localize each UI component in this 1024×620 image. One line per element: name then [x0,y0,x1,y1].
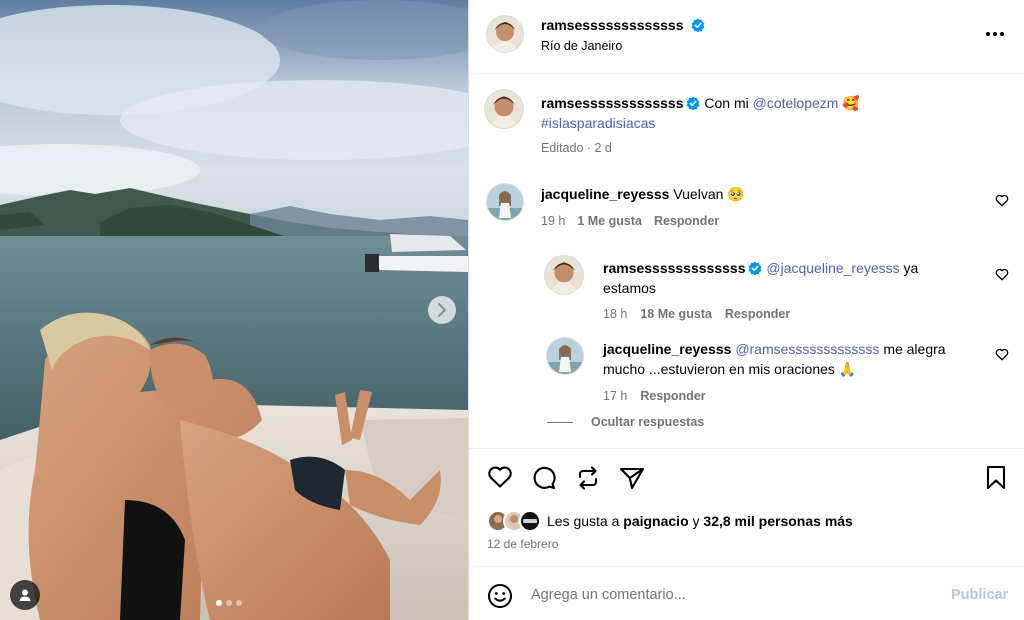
reply-meta: 17 h Responder [603,389,706,403]
hide-replies-label: Ocultar respuestas [591,415,705,429]
author-avatar[interactable] [487,16,523,52]
reply-reply-button[interactable]: Responder [725,307,790,321]
reply-like-heart-icon[interactable] [995,268,1009,281]
comment-like-heart-icon[interactable] [995,194,1009,207]
comment-author[interactable]: jacqueline_reyesss [541,186,669,202]
carousel-next-button[interactable] [428,296,456,324]
post-date[interactable]: 12 de febrero [487,537,558,551]
reply-meta: 18 h 18 Me gusta Responder [603,307,790,321]
caption-mention[interactable]: @cotelopezm [753,95,839,111]
reply-emoji: 🙏 [838,361,857,377]
post-location[interactable]: Río de Janeiro [541,39,622,53]
comment-text: jacqueline_reyesss Vuelvan 🥺 [541,184,745,204]
caption-hashtag[interactable]: #islasparadisiacas [541,115,655,131]
reply-author[interactable]: ramsesssssssssssss [603,260,745,276]
post-side-panel: ramsesssssssssssss Río de Janeiro ramses… [468,0,1024,620]
avatar-image [487,16,523,52]
reply-likes[interactable]: 18 Me gusta [640,307,712,321]
reply-reply-button[interactable]: Responder [640,389,705,403]
reply-mention[interactable]: @ramsesssssssssssss [735,341,879,357]
comment-input[interactable] [531,583,931,607]
comment-author-avatar[interactable] [487,184,523,220]
caption-emoji: 🥰 [842,95,860,111]
reply-time[interactable]: 18 h [603,307,627,321]
verified-badge-icon [687,96,700,110]
repost-icon[interactable] [576,465,600,491]
likes-others[interactable]: 32,8 mil personas más [703,513,852,529]
post-photo[interactable] [0,0,468,620]
avatar-image [545,256,583,294]
reply-like-heart-icon[interactable] [995,348,1009,361]
header-author-line: ramsesssssssssssss [541,17,705,35]
reply-author-avatar[interactable] [545,256,583,294]
post-actions: Les gusta a paignacio y 32,8 mil persona… [469,448,1024,566]
author-username[interactable]: ramsesssssssssssss [541,17,683,33]
carousel-dot [226,600,232,606]
reply-time[interactable]: 17 h [603,389,627,403]
reply-author-avatar[interactable] [547,338,583,374]
caption-meta: Editado · 2 d [541,141,612,155]
comment-likes[interactable]: 1 Me gusta [577,214,642,228]
comment-icon[interactable] [531,465,557,491]
carousel-dot [236,600,242,606]
comment-body: Vuelvan [673,186,724,202]
comment-meta: 19 h 1 Me gusta Responder [541,214,719,228]
comment-reply-button[interactable]: Responder [654,214,719,228]
likers-avatars[interactable] [487,509,545,533]
publish-button[interactable]: Publicar [951,587,1008,603]
caption-author[interactable]: ramsesssssssssssss [541,95,683,111]
comment-time[interactable]: 19 h [541,214,565,228]
emoji-icon[interactable] [487,583,513,609]
divider-line [547,421,573,423]
comment-emoji: 🥺 [727,186,745,202]
likes-summary: Les gusta a paignacio y 32,8 mil persona… [547,513,853,529]
avatar-image [547,338,583,374]
reply-mention[interactable]: @jacqueline_reyesss [766,260,899,276]
more-icon [986,32,990,36]
likes-user[interactable]: paignacio [623,513,688,529]
heart-icon[interactable] [487,465,513,489]
photo-image [0,0,468,620]
likes-prefix: Les gusta a [547,513,620,529]
comment-composer: Publicar [469,566,1024,620]
bookmark-icon[interactable] [985,465,1007,491]
caption-text: ramsesssssssssssss Con mi @cotelopezm 🥰 … [541,93,1001,133]
chevron-right-icon [438,303,446,317]
likers-avatar-stack [487,510,541,532]
tagged-users-button[interactable] [10,580,40,610]
avatar-image [485,90,523,128]
verified-badge-icon [691,18,705,32]
avatar-image [487,184,523,220]
verified-badge-icon [749,261,762,275]
carousel-dot [216,600,222,606]
caption-prefix: Con mi [704,95,749,111]
post-dialog: ramsesssssssssssss Río de Janeiro ramses… [0,0,1024,620]
likes-connector: y [692,513,700,529]
share-icon[interactable] [619,466,645,490]
hide-replies-toggle[interactable]: Ocultar respuestas [547,415,704,429]
more-options-button[interactable] [983,26,1007,42]
user-tag-icon [19,589,31,601]
more-icon [1000,32,1004,36]
reply-author[interactable]: jacqueline_reyesss [603,341,731,357]
reply-text: ramsesssssssssssss @jacqueline_reyesss y… [603,258,963,298]
caption-author-avatar[interactable] [485,90,523,128]
carousel-dots [216,600,242,606]
more-icon [993,32,997,36]
post-header: ramsesssssssssssss Río de Janeiro [469,0,1024,74]
reply-text: jacqueline_reyesss @ramsesssssssssssss m… [603,339,963,379]
